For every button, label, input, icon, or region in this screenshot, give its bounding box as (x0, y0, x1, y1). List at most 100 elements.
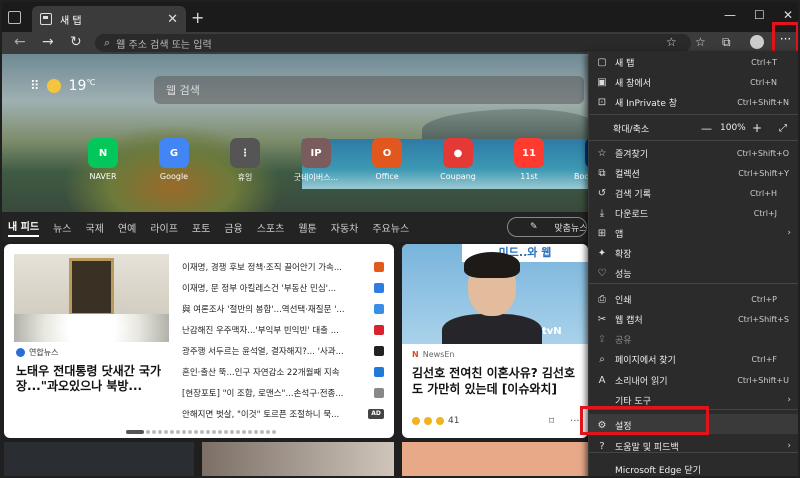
zoom-label: 확대/축소 (613, 124, 650, 135)
chevron-right-icon: › (787, 441, 791, 451)
bookmark-icon[interactable]: ⌑ (549, 416, 554, 427)
feature-headline[interactable]: 김선호 전여친 이혼사유? 김선호도 가만히 있는데 [이슈와치] (412, 365, 584, 397)
menu-item[interactable]: ♡ 성능 (589, 263, 798, 283)
quick-link[interactable]: N NAVER (74, 138, 132, 183)
menu-item[interactable]: ⇪ 공유 (589, 329, 798, 349)
quick-link-label: 휴잉 (237, 173, 253, 182)
add-favorite-icon[interactable]: ☆ (666, 35, 677, 49)
news-nav-item[interactable]: 뉴스 (53, 220, 71, 235)
menu-item-shortcut: Ctrl+H (750, 188, 777, 198)
new-tab-page-icon (40, 13, 52, 25)
news-list-item[interactable]: [현장포토] "이 조합, 로맨스"...손석구·전종... (182, 382, 384, 403)
quick-link-icon: N (88, 138, 118, 168)
quick-link[interactable]: 11 11st (500, 138, 558, 183)
feature-photo[interactable]: 미드..와 웹 tvN (402, 244, 588, 344)
news-list-item[interactable]: 이재명, 문 정부 아킬레스건 '부동산 민심'... (182, 277, 384, 298)
quick-link[interactable]: G Google (145, 138, 203, 183)
fullscreen-icon[interactable]: ⤢ (779, 123, 787, 134)
news-card-thumb[interactable] (202, 442, 394, 476)
more-news-row (2, 442, 588, 476)
carousel-pager[interactable] (126, 430, 276, 434)
news-card-feature[interactable]: 미드..와 웹 tvN N NewsEn 김선호 전여친 이혼사유? 김선호도 … (402, 244, 588, 438)
zoom-out-button[interactable]: — (701, 122, 712, 135)
news-list-item[interactable]: 혼인·출산 뚝...인구 자연감소 22개월째 지속 (182, 361, 384, 382)
news-headline[interactable]: 노태우 전대통령 닷새간 국가장..."과오있으나 북방... (16, 364, 168, 394)
address-bar[interactable]: ⌕ 웹 주소 검색 또는 입력 (95, 34, 691, 52)
news-list-item[interactable]: 안해지면 벗살, "이것" 토르픈 조절하니 묵... AD (182, 403, 384, 424)
news-list-item[interactable]: 이재명, 경쟁 후보 정책·조직 끌어안기 가속... (182, 256, 384, 277)
menu-item[interactable]: ✦ 확장 (589, 243, 798, 263)
news-card-main[interactable]: 연합뉴스 노태우 전대통령 닷새간 국가장..."과오있으나 북방... 이재명… (4, 244, 394, 438)
menu-item[interactable]: ⊞ 앱 › (589, 223, 798, 243)
menu-item[interactable]: ☆ 즐겨찾기 Ctrl+Shift+O (589, 143, 798, 163)
forward-icon[interactable]: → (42, 34, 54, 50)
refresh-icon[interactable]: ↻ (70, 34, 82, 50)
menu-item-icon: ⌕ (599, 353, 605, 365)
quick-link[interactable]: IP 굿네이버스... (287, 138, 345, 183)
card-actions: ⌑ ··· (549, 416, 580, 427)
menu-item[interactable]: ⊡ 새 InPrivate 창 Ctrl+Shift+N (589, 92, 798, 112)
web-search-input[interactable]: 웹 검색 (154, 76, 584, 104)
zoom-in-button[interactable]: + (752, 121, 762, 135)
menu-item[interactable]: ⤓ 다운로드 Ctrl+J (589, 203, 798, 223)
quick-link[interactable]: O Office (358, 138, 416, 183)
news-photo[interactable] (14, 254, 169, 342)
menu-item-icon: ▢ (597, 56, 607, 68)
menu-item[interactable]: ↺ 검색 기록 Ctrl+H (589, 183, 798, 203)
profile-avatar[interactable] (750, 35, 764, 49)
quick-link-icon: G (159, 138, 189, 168)
card-more-icon[interactable]: ··· (570, 416, 580, 427)
news-card-thumb[interactable] (4, 442, 194, 476)
news-nav-item[interactable]: 연예 (118, 220, 136, 235)
menu-item[interactable]: ⧉ 컬렉션 Ctrl+Shift+Y (589, 163, 798, 183)
minimize-button[interactable]: — (724, 8, 736, 22)
news-nav-item[interactable]: 주요뉴스 (372, 220, 409, 235)
favorites-icon[interactable]: ☆ (695, 35, 706, 49)
news-nav-item[interactable]: 자동차 (331, 220, 359, 235)
weather-widget[interactable]: ⠿ 19℃ (30, 78, 95, 94)
menu-item[interactable]: ✂ 웹 캡처 Ctrl+Shift+S (589, 309, 798, 329)
news-list-item[interactable]: 與 여론조사 '절반의 봉합'...역선택·재질문 '... (182, 298, 384, 319)
quick-link-icon: ⋮ (230, 138, 260, 168)
customize-news-button[interactable]: ✎ 맞춤뉴스 설정 (507, 217, 587, 237)
menu-item[interactable]: ▢ 새 탭 Ctrl+T (589, 52, 798, 72)
news-list-title: 이재명, 문 정부 아킬레스건 '부동산 민심'... (182, 283, 337, 294)
tab-actions-icon[interactable] (8, 11, 21, 24)
menu-item-icon: ? (599, 440, 605, 452)
menu-item-label: 공유 (615, 335, 632, 346)
quick-link[interactable]: ● Coupang (429, 138, 487, 183)
collections-icon[interactable]: ⧉ (722, 35, 731, 50)
menu-item[interactable]: ⎙ 인쇄 Ctrl+P (589, 289, 798, 309)
publisher-logo-icon (374, 261, 384, 272)
news-nav-item[interactable]: 금융 (224, 220, 242, 235)
news-nav-item[interactable]: 스포츠 (257, 220, 285, 235)
quick-link[interactable]: ⋮ 휴잉 (216, 138, 274, 183)
apps-grid-icon[interactable]: ⠿ (30, 79, 39, 94)
menu-item-label: 앱 (615, 229, 624, 240)
back-icon[interactable]: ← (14, 34, 26, 50)
tab-new-tab[interactable]: 새 탭 ✕ (32, 6, 186, 32)
news-list-item[interactable]: 난감해진 우주맥자...'부익부 빈익빈' 대출 ... (182, 319, 384, 340)
quick-link-icon: IP (301, 138, 331, 168)
menu-item[interactable]: Microsoft Edge 닫기 (589, 459, 798, 476)
quick-link-icon: O (372, 138, 402, 168)
news-nav-item[interactable]: 국제 (86, 220, 104, 235)
close-tab-icon[interactable]: ✕ (167, 12, 178, 27)
quick-link-label: NAVER (89, 172, 117, 181)
close-window-button[interactable]: ✕ (783, 8, 793, 22)
menu-item[interactable]: ⌕ 페이지에서 찾기 Ctrl+F (589, 349, 798, 369)
news-nav-item[interactable]: 웹툰 (298, 220, 316, 235)
news-nav-item[interactable]: 포토 (192, 220, 210, 235)
news-card-thumb[interactable] (402, 442, 588, 476)
menu-item[interactable]: A 소리내어 읽기 Ctrl+Shift+U (589, 370, 798, 390)
menu-item[interactable]: ▣ 새 창에서 Ctrl+N (589, 72, 798, 92)
reactions[interactable]: 41 (412, 416, 459, 426)
maximize-button[interactable]: ☐ (754, 8, 765, 22)
news-list-item[interactable]: 광주행 서두르는 윤석열, 결자해지?... '사과... (182, 340, 384, 361)
news-nav-item[interactable]: 라이프 (150, 220, 178, 235)
menu-item-icon: ⧉ (598, 167, 606, 179)
new-tab-button[interactable]: + (191, 8, 204, 27)
menu-item[interactable]: ? 도움말 및 피드백 › (589, 436, 798, 456)
news-nav-item[interactable]: 내 피드 (8, 218, 40, 237)
quick-link-label: 11st (520, 172, 538, 181)
